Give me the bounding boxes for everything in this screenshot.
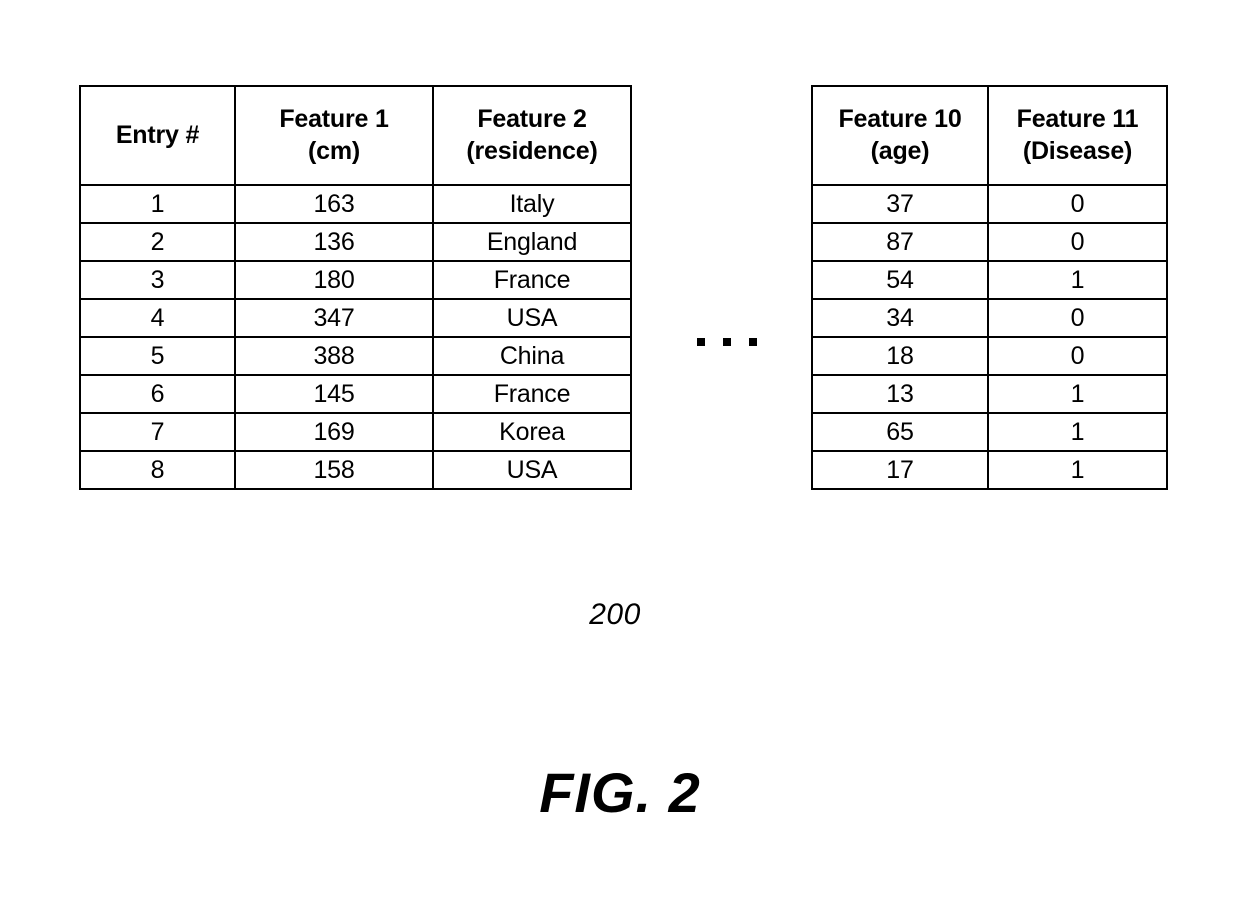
table-row: 34 0 (811, 298, 1168, 338)
cell-feature-1: 169 (234, 412, 434, 452)
cell-entry: 4 (79, 298, 236, 338)
column-header-feature-2-line1: Feature 2 (477, 105, 587, 134)
table-row: 87 0 (811, 222, 1168, 262)
cell-feature-10: 13 (811, 374, 989, 414)
table-right-body: 37 0 87 0 54 1 34 0 18 0 13 1 65 1 17 1 (811, 184, 1168, 490)
figure-canvas: Entry # Feature 1 (cm) Feature 2 (reside… (0, 0, 1240, 905)
column-header-feature-1: Feature 1 (cm) (234, 85, 434, 186)
cell-feature-11: 1 (987, 450, 1168, 490)
cell-feature-11: 0 (987, 222, 1168, 262)
cell-feature-2: France (432, 260, 632, 300)
feature-table-left: Entry # Feature 1 (cm) Feature 2 (reside… (79, 85, 632, 490)
cell-entry: 7 (79, 412, 236, 452)
cell-feature-1: 388 (234, 336, 434, 376)
column-header-feature-10: Feature 10 (age) (811, 85, 989, 186)
table-row: 4 347 USA (79, 298, 632, 338)
column-header-feature-11-line2: (Disease) (1022, 136, 1133, 165)
cell-feature-11: 0 (987, 298, 1168, 338)
cell-feature-1: 158 (234, 450, 434, 490)
cell-feature-10: 34 (811, 298, 989, 338)
cell-feature-11: 1 (987, 374, 1168, 414)
table-row: 13 1 (811, 374, 1168, 414)
table-left-header: Entry # Feature 1 (cm) Feature 2 (reside… (79, 85, 632, 186)
cell-feature-2: France (432, 374, 632, 414)
column-header-feature-11: Feature 11 (Disease) (987, 85, 1168, 186)
table-row: 7 169 Korea (79, 412, 632, 452)
feature-table-right: Feature 10 (age) Feature 11 (Disease) 37… (811, 85, 1168, 490)
cell-feature-2: USA (432, 298, 632, 338)
column-header-feature-1-line2: (cm) (308, 136, 360, 165)
column-header-feature-10-line1: Feature 10 (838, 105, 962, 134)
ellipsis-dot (697, 338, 705, 346)
cell-feature-1: 347 (234, 298, 434, 338)
cell-feature-10: 87 (811, 222, 989, 262)
column-header-feature-2-line2: (residence) (466, 136, 598, 165)
column-header-feature-1-line1: Feature 1 (279, 105, 389, 134)
column-header-entry: Entry # (79, 85, 236, 186)
cell-entry: 6 (79, 374, 236, 414)
cell-feature-11: 0 (987, 336, 1168, 376)
cell-feature-10: 18 (811, 336, 989, 376)
table-row: 1 163 Italy (79, 184, 632, 224)
cell-feature-11: 1 (987, 260, 1168, 300)
cell-feature-2: Italy (432, 184, 632, 224)
cell-feature-10: 65 (811, 412, 989, 452)
table-header-row: Feature 10 (age) Feature 11 (Disease) (811, 85, 1168, 186)
cell-feature-2: Korea (432, 412, 632, 452)
column-header-feature-10-line2: (age) (870, 136, 930, 165)
cell-feature-11: 0 (987, 184, 1168, 224)
table-row: 5 388 China (79, 336, 632, 376)
cell-entry: 2 (79, 222, 236, 262)
column-header-feature-11-line1: Feature 11 (1016, 105, 1139, 134)
cell-entry: 3 (79, 260, 236, 300)
column-header-entry-line1: Entry # (115, 120, 200, 149)
ellipsis-dot (723, 338, 731, 346)
table-row: 6 145 France (79, 374, 632, 414)
cell-feature-2: China (432, 336, 632, 376)
table-row: 17 1 (811, 450, 1168, 490)
cell-feature-1: 180 (234, 260, 434, 300)
table-right-header: Feature 10 (age) Feature 11 (Disease) (811, 85, 1168, 186)
table-row: 65 1 (811, 412, 1168, 452)
cell-feature-1: 136 (234, 222, 434, 262)
column-header-feature-2: Feature 2 (residence) (432, 85, 632, 186)
table-row: 8 158 USA (79, 450, 632, 490)
cell-feature-10: 37 (811, 184, 989, 224)
table-row: 3 180 France (79, 260, 632, 300)
table-row: 2 136 England (79, 222, 632, 262)
reference-numeral-200: 200 (589, 598, 641, 631)
cell-feature-10: 17 (811, 450, 989, 490)
cell-feature-10: 54 (811, 260, 989, 300)
cell-feature-11: 1 (987, 412, 1168, 452)
cell-feature-1: 145 (234, 374, 434, 414)
table-row: 18 0 (811, 336, 1168, 376)
cell-feature-1: 163 (234, 184, 434, 224)
table-header-row: Entry # Feature 1 (cm) Feature 2 (reside… (79, 85, 632, 186)
table-row: 37 0 (811, 184, 1168, 224)
cell-entry: 8 (79, 450, 236, 490)
cell-entry: 5 (79, 336, 236, 376)
ellipsis-dot (749, 338, 757, 346)
cell-feature-2: England (432, 222, 632, 262)
cell-entry: 1 (79, 184, 236, 224)
ellipsis-separator (697, 330, 757, 354)
figure-caption: FIG. 2 (539, 761, 701, 824)
table-left-body: 1 163 Italy 2 136 England 3 180 France 4… (79, 184, 632, 490)
table-row: 54 1 (811, 260, 1168, 300)
cell-feature-2: USA (432, 450, 632, 490)
